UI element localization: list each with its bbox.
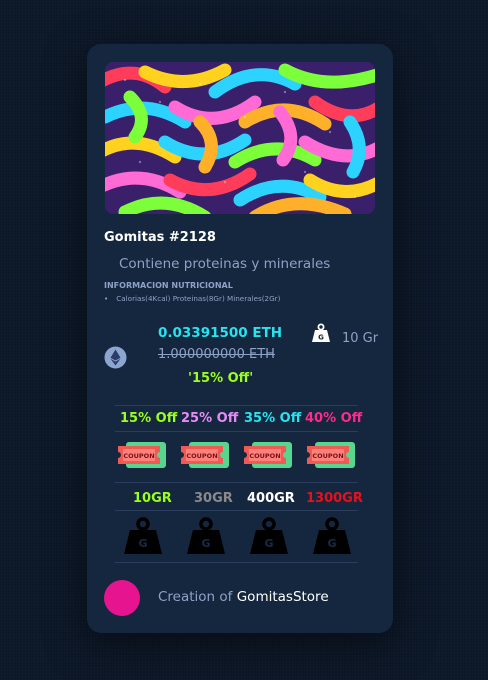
offer-25-label: 25% Off	[181, 411, 239, 426]
divider	[115, 510, 358, 511]
old-price: 1.000000000 ETH	[158, 347, 275, 362]
product-title: Gomitas #2128	[104, 230, 216, 245]
coupon-text: COUPON	[249, 452, 280, 460]
offer-15-label: 15% Off	[120, 411, 178, 426]
offer-40-label: 40% Off	[305, 411, 363, 426]
price-eth: 0.03391500 ETH	[158, 325, 283, 341]
weight-icon[interactable]: G	[312, 516, 352, 560]
store-name[interactable]: GomitasStore	[237, 589, 329, 605]
coupon-text: COUPON	[312, 452, 343, 460]
coupon-text: COUPON	[186, 452, 217, 460]
coupon-icon[interactable]: COUPON	[244, 440, 294, 476]
nutrition-heading: INFORMACION NUTRICIONAL	[104, 281, 233, 290]
product-subtitle: Contiene proteinas y minerales	[119, 256, 331, 272]
weight-icon[interactable]: G	[186, 516, 226, 560]
divider	[115, 482, 358, 483]
discount-label: '15% Off'	[188, 371, 254, 386]
weight-icon[interactable]: G	[249, 516, 289, 560]
coupon-icon[interactable]: COUPON	[307, 440, 357, 476]
svg-text:G: G	[318, 334, 324, 342]
weight-10gr-label: 10GR	[133, 491, 172, 506]
offer-35-label: 35% Off	[244, 411, 302, 426]
weight-icon: G	[311, 323, 331, 347]
weight-amount: 10 Gr	[342, 331, 379, 346]
svg-text:G: G	[264, 537, 273, 550]
nutrition-list: Calorias(4Kcal) Proteinas(8Gr) Minerales…	[104, 294, 280, 303]
creation-prefix: Creation of	[158, 589, 237, 605]
divider	[115, 431, 358, 432]
coupon-icon[interactable]: COUPON	[181, 440, 231, 476]
nutrition-item: Calorias(4Kcal) Proteinas(8Gr) Minerales…	[104, 294, 280, 303]
svg-text:G: G	[327, 537, 336, 550]
weight-1300gr-label: 1300GR	[306, 491, 363, 506]
ethereum-icon	[104, 346, 127, 373]
coupon-icon[interactable]: COUPON	[118, 440, 168, 476]
svg-text:G: G	[138, 537, 147, 550]
product-card: Gomitas #2128 Contiene proteinas y miner…	[87, 44, 393, 633]
svg-text:G: G	[201, 537, 210, 550]
creator-avatar[interactable]	[104, 580, 140, 616]
divider	[115, 562, 358, 563]
product-image	[105, 62, 375, 214]
divider	[115, 405, 358, 406]
weight-400gr-label: 400GR	[247, 491, 295, 506]
creation-text: Creation of GomitasStore	[158, 589, 329, 605]
coupon-text: COUPON	[123, 452, 154, 460]
weight-30gr-label: 30GR	[194, 491, 233, 506]
weight-icon[interactable]: G	[123, 516, 163, 560]
